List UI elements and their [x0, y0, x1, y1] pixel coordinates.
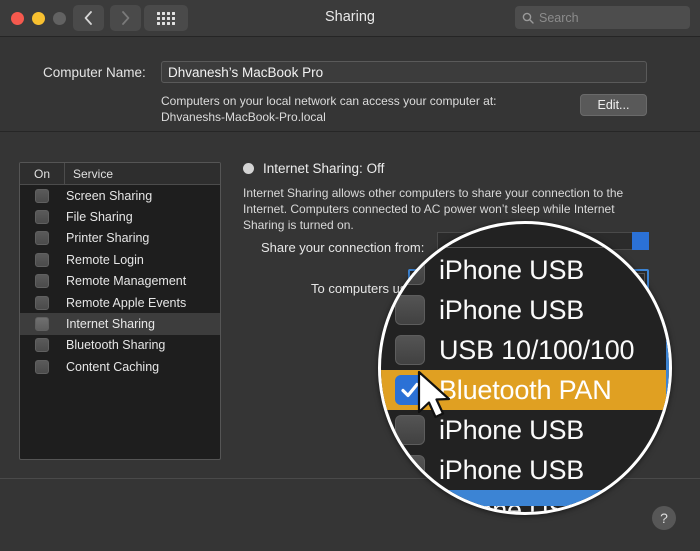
service-enable-checkbox[interactable]	[20, 338, 64, 353]
local-access-description: Computers on your local network can acce…	[161, 94, 497, 108]
service-enable-checkbox[interactable]	[20, 295, 64, 310]
checkbox-icon	[35, 317, 49, 332]
service-list-rows: Screen Sharing File Sharing Printer Sharin…	[20, 185, 220, 378]
service-name-label: Printer Sharing	[66, 231, 150, 246]
service-row[interactable]: Remote Apple Events	[20, 292, 220, 313]
magnified-item-label: iPhone USB	[439, 454, 585, 485]
service-row[interactable]: Remote Login	[20, 249, 220, 270]
status-dot-off-icon	[243, 163, 254, 174]
checkbox-icon	[35, 188, 49, 203]
magnified-item-label: iPhone USB	[439, 294, 585, 325]
checkbox-icon	[35, 210, 49, 225]
checkbox-icon	[395, 455, 425, 485]
service-enable-checkbox[interactable]	[20, 359, 64, 374]
magnified-item-label: Bluetooth PAN	[439, 374, 612, 405]
magnified-item-label: USB 10/100/100	[439, 334, 635, 365]
service-enable-checkbox[interactable]	[20, 252, 64, 267]
magnified-list-item[interactable]: USB 10/100/100	[381, 330, 669, 370]
status-label: Internet Sharing: Off	[263, 161, 385, 176]
computer-name-label: Computer Name:	[43, 65, 146, 80]
magnified-chevron-updown-icon	[644, 224, 669, 248]
search-field[interactable]: Search	[515, 6, 690, 29]
magnified-selection-bar	[439, 490, 669, 506]
service-enable-checkbox[interactable]	[20, 231, 64, 246]
magnifier-content: iPhone USB iPhone USB USB 10/100/100 Blueto…	[381, 224, 669, 512]
checkbox-icon	[35, 359, 49, 374]
service-row[interactable]: Printer Sharing	[20, 228, 220, 249]
magnified-list-item[interactable]: iPhone USB	[381, 450, 669, 490]
service-row[interactable]: Remote Management	[20, 271, 220, 292]
internet-sharing-status: Internet Sharing: Off	[243, 161, 384, 176]
service-name-label: Remote Login	[66, 252, 144, 267]
service-row[interactable]: Screen Sharing	[20, 185, 220, 206]
checkbox-icon	[35, 231, 49, 246]
service-enable-checkbox[interactable]	[20, 274, 64, 289]
service-list[interactable]: On Service Screen Sharing File Sharing Pri…	[19, 162, 221, 460]
computer-name-panel: Computer Name: Dhvanesh’s MacBook Pro Co…	[0, 37, 700, 132]
magnified-item-checkbox[interactable]	[381, 295, 439, 325]
checkbox-icon	[35, 295, 49, 310]
column-header-service: Service	[64, 163, 220, 184]
service-name-label: Screen Sharing	[66, 188, 153, 203]
checkbox-icon	[35, 338, 49, 353]
column-header-on: On	[33, 166, 50, 181]
magnified-popup-edge	[439, 247, 669, 248]
checkbox-icon	[395, 335, 425, 365]
service-name-label: Bluetooth Sharing	[66, 338, 166, 353]
search-icon	[522, 12, 534, 24]
magnifier-loupe: iPhone USB iPhone USB USB 10/100/100 Blueto…	[378, 221, 672, 515]
magnified-item-label: iPhone USB	[439, 254, 585, 285]
checkbox-icon	[35, 274, 49, 289]
local-hostname: Dhvaneshs-MacBook-Pro.local	[161, 110, 326, 124]
checkbox-icon	[395, 255, 425, 285]
search-placeholder: Search	[539, 10, 579, 25]
service-name-label: Internet Sharing	[66, 317, 155, 332]
service-name-label: Remote Apple Events	[66, 295, 187, 310]
arrow-pointer-icon	[416, 370, 456, 429]
service-row[interactable]: Content Caching	[20, 356, 220, 377]
sharing-preferences-window: Sharing Search Computer Name: Dhvanesh’s…	[0, 0, 700, 551]
service-name-label: Remote Management	[66, 274, 187, 289]
checkbox-icon	[35, 252, 49, 267]
service-row[interactable]: Bluetooth Sharing	[20, 335, 220, 356]
service-name-label: File Sharing	[66, 210, 133, 225]
computer-name-value: Dhvanesh’s MacBook Pro	[168, 64, 324, 80]
magnified-item-checkbox[interactable]	[381, 335, 439, 365]
magnified-list-item[interactable]: iPhone USB	[381, 250, 669, 290]
magnified-item-label: iPhone USB	[439, 414, 585, 445]
magnified-list-item[interactable]: iPhone USB	[381, 290, 669, 330]
service-enable-checkbox[interactable]	[20, 317, 64, 332]
service-list-header: On Service	[20, 163, 220, 185]
checkbox-icon	[395, 295, 425, 325]
magnified-item-checkbox[interactable]	[381, 255, 439, 285]
computer-name-input[interactable]: Dhvanesh’s MacBook Pro	[161, 61, 647, 83]
magnified-focus-ring-edge	[666, 268, 669, 466]
service-enable-checkbox[interactable]	[20, 188, 64, 203]
edit-hostname-button[interactable]: Edit...	[580, 94, 647, 116]
service-name-label: Content Caching	[66, 359, 160, 374]
magnified-item-checkbox[interactable]	[381, 455, 439, 485]
service-enable-checkbox[interactable]	[20, 210, 64, 225]
window-titlebar: Sharing Search	[0, 0, 700, 37]
service-row[interactable]: Internet Sharing	[20, 313, 220, 335]
service-row[interactable]: File Sharing	[20, 206, 220, 227]
